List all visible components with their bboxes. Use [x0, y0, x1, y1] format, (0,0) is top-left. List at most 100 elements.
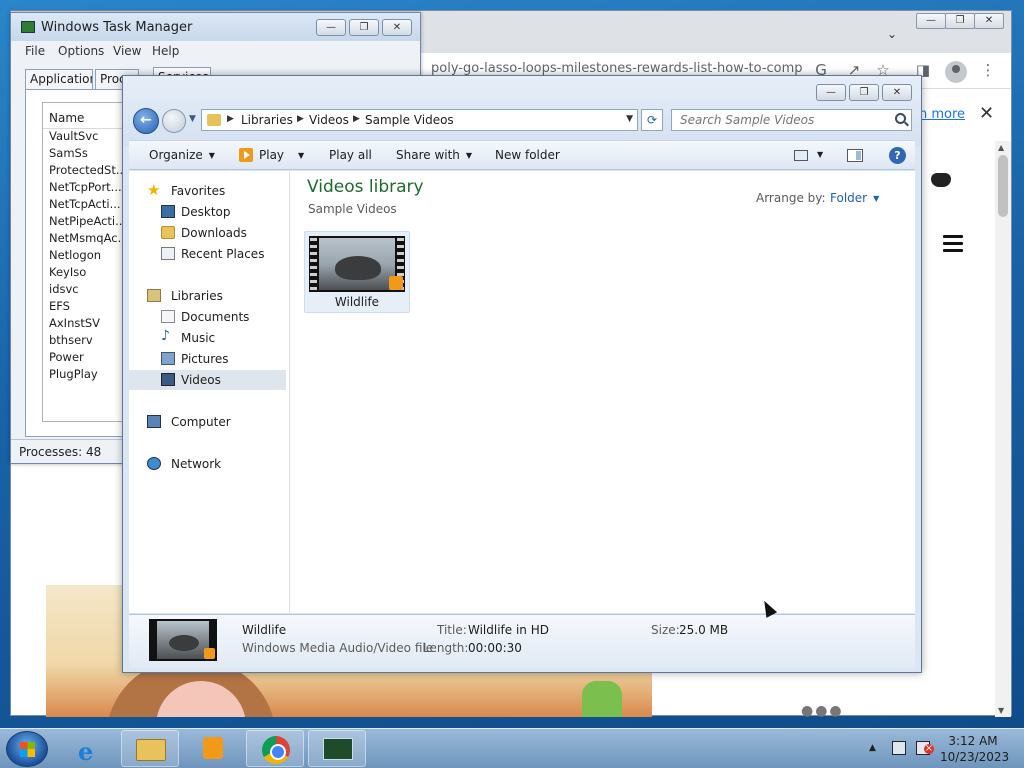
- details-length-label: Length:: [423, 641, 469, 655]
- breadcrumb-videos[interactable]: Videos: [309, 113, 349, 127]
- history-dropdown-icon[interactable]: ▼: [189, 114, 196, 124]
- nav-recent-places[interactable]: Recent Places: [129, 244, 286, 264]
- play-all-button[interactable]: Play all: [329, 148, 372, 162]
- ex-minimize-button[interactable]: —: [816, 84, 846, 101]
- explorer-window: — ❐ ✕ ← ▼ ▶ Libraries ▶ Videos ▶ Sample …: [122, 75, 922, 673]
- arrange-by-label: Arrange by:: [756, 191, 826, 205]
- libraries-icon: [147, 289, 161, 302]
- search-icon[interactable]: [895, 113, 906, 124]
- task-manager-titlebar[interactable]: Windows Task Manager — ❐ ✕: [11, 13, 420, 41]
- nav-videos[interactable]: Videos: [129, 370, 286, 390]
- arrange-by-value: Folder: [830, 191, 868, 205]
- ex-maximize-button[interactable]: ❐: [849, 84, 879, 101]
- chevron-down-icon[interactable]: ▼: [817, 150, 823, 159]
- breadcrumb-libraries[interactable]: Libraries: [241, 113, 293, 127]
- internet-explorer-icon[interactable]: e: [78, 737, 93, 766]
- address-bar[interactable]: ▶ Libraries ▶ Videos ▶ Sample Videos ▼: [201, 109, 638, 131]
- thumbnail-subject: [169, 635, 199, 651]
- search-box[interactable]: [671, 109, 912, 131]
- nav-pictures[interactable]: Pictures: [129, 349, 286, 369]
- chevron-down-icon: ▼: [873, 194, 880, 203]
- address-dropdown-icon[interactable]: ▼: [626, 114, 633, 124]
- chevron-right-icon[interactable]: ▶: [353, 114, 360, 124]
- media-player-icon[interactable]: [203, 737, 223, 759]
- discord-icon[interactable]: [931, 173, 951, 187]
- tm-maximize-button[interactable]: ❐: [349, 19, 379, 36]
- organize-button[interactable]: Organize ▼: [149, 148, 215, 162]
- music-note-icon: ♪: [161, 328, 170, 344]
- system-clock[interactable]: 3:12 AM 10/23/2023: [940, 733, 1009, 765]
- nav-libraries[interactable]: Libraries: [129, 286, 286, 306]
- tm-minimize-button[interactable]: —: [316, 19, 346, 36]
- chevron-down-icon: ▼: [208, 151, 215, 160]
- details-title-value[interactable]: Wildlife in HD: [468, 623, 549, 637]
- nav-network-label: Network: [171, 457, 222, 471]
- play-button[interactable]: Play ▼: [239, 148, 304, 162]
- more-menu-icon[interactable]: ⋮: [978, 61, 998, 79]
- chrome-close-button[interactable]: ✕: [974, 13, 1004, 29]
- ex-close-button[interactable]: ✕: [882, 84, 912, 101]
- taskbar-chrome-button[interactable]: [246, 730, 304, 767]
- nav-favorites[interactable]: ★ Favorites: [129, 181, 286, 201]
- nav-music[interactable]: ♪ Music: [129, 328, 286, 348]
- show-hidden-icons-icon[interactable]: ▲: [869, 743, 876, 753]
- network-tray-icon[interactable]: [892, 741, 906, 755]
- page-scrollbar[interactable]: ▲ ▼: [995, 141, 1011, 717]
- details-size-value: 25.0 MB: [679, 623, 729, 637]
- start-button[interactable]: [6, 731, 48, 767]
- nav-documents[interactable]: Documents: [129, 307, 286, 327]
- nav-music-label: Music: [181, 331, 216, 345]
- file-item-wildlife[interactable]: Wildlife: [304, 231, 410, 313]
- help-icon[interactable]: ?: [889, 147, 906, 164]
- desktop-icon: [161, 205, 175, 218]
- preview-pane-icon[interactable]: [847, 149, 863, 162]
- nav-videos-label: Videos: [181, 373, 221, 387]
- nav-downloads[interactable]: Downloads: [129, 223, 286, 243]
- nav-computer[interactable]: Computer: [129, 412, 286, 432]
- video-thumbnail: [309, 236, 405, 292]
- explorer-titlebar[interactable]: — ❐ ✕ ← ▼ ▶ Libraries ▶ Videos ▶ Sample …: [123, 76, 921, 146]
- film-strip-left: [310, 238, 317, 290]
- address-bar-url[interactable]: poly-go-lasso-loops-milestones-rewards-l…: [431, 61, 803, 76]
- chrome-minimize-button[interactable]: —: [916, 13, 946, 29]
- scroll-up-icon[interactable]: ▲: [998, 143, 1004, 152]
- chevron-right-icon[interactable]: ▶: [297, 114, 304, 124]
- tm-close-button[interactable]: ✕: [382, 19, 412, 36]
- scrollbar-thumb[interactable]: [998, 155, 1008, 217]
- chevron-right-icon[interactable]: ▶: [227, 114, 234, 124]
- arrange-by-dropdown[interactable]: Folder ▼: [830, 191, 879, 205]
- tab-applications[interactable]: Applications: [25, 69, 93, 89]
- nav-pictures-label: Pictures: [181, 352, 229, 366]
- change-view-icon[interactable]: [794, 150, 808, 161]
- nav-network[interactable]: Network: [129, 454, 286, 474]
- search-input[interactable]: [678, 111, 888, 129]
- hamburger-menu-icon[interactable]: [943, 235, 963, 256]
- back-arrow-icon[interactable]: ←: [133, 108, 159, 134]
- chrome-maximize-button[interactable]: ❐: [945, 13, 975, 29]
- nav-desktop[interactable]: Desktop: [129, 202, 286, 222]
- profile-avatar-icon[interactable]: [945, 61, 967, 83]
- close-banner-icon[interactable]: ✕: [979, 103, 994, 124]
- videos-icon: [161, 373, 175, 386]
- taskbar-explorer-button[interactable]: [121, 730, 179, 767]
- new-folder-button[interactable]: New folder: [495, 148, 560, 162]
- menu-file[interactable]: File: [25, 44, 45, 58]
- scroll-down-icon[interactable]: ▼: [998, 706, 1004, 715]
- volume-muted-icon[interactable]: [916, 741, 934, 755]
- breadcrumb-sample-videos[interactable]: Sample Videos: [365, 113, 454, 127]
- play-icon: [239, 148, 253, 162]
- learn-more-link[interactable]: n more: [919, 107, 965, 122]
- refresh-icon[interactable]: ⟳: [641, 109, 663, 131]
- share-with-button[interactable]: Share with ▼: [396, 148, 472, 162]
- nav-downloads-label: Downloads: [181, 226, 247, 240]
- chevron-down-icon[interactable]: ⌄: [887, 27, 897, 41]
- computer-icon: [147, 415, 161, 428]
- menu-help[interactable]: Help: [152, 44, 179, 58]
- taskbar-task-manager-button[interactable]: [308, 730, 366, 767]
- menu-view[interactable]: View: [113, 44, 141, 58]
- forward-arrow-icon[interactable]: [162, 109, 186, 133]
- taskbar: e ▲ 3:12 AM 10/23/2023: [0, 728, 1024, 768]
- star-icon: ★: [147, 181, 161, 199]
- chevron-down-icon: ▼: [465, 151, 473, 160]
- menu-options[interactable]: Options: [58, 44, 104, 58]
